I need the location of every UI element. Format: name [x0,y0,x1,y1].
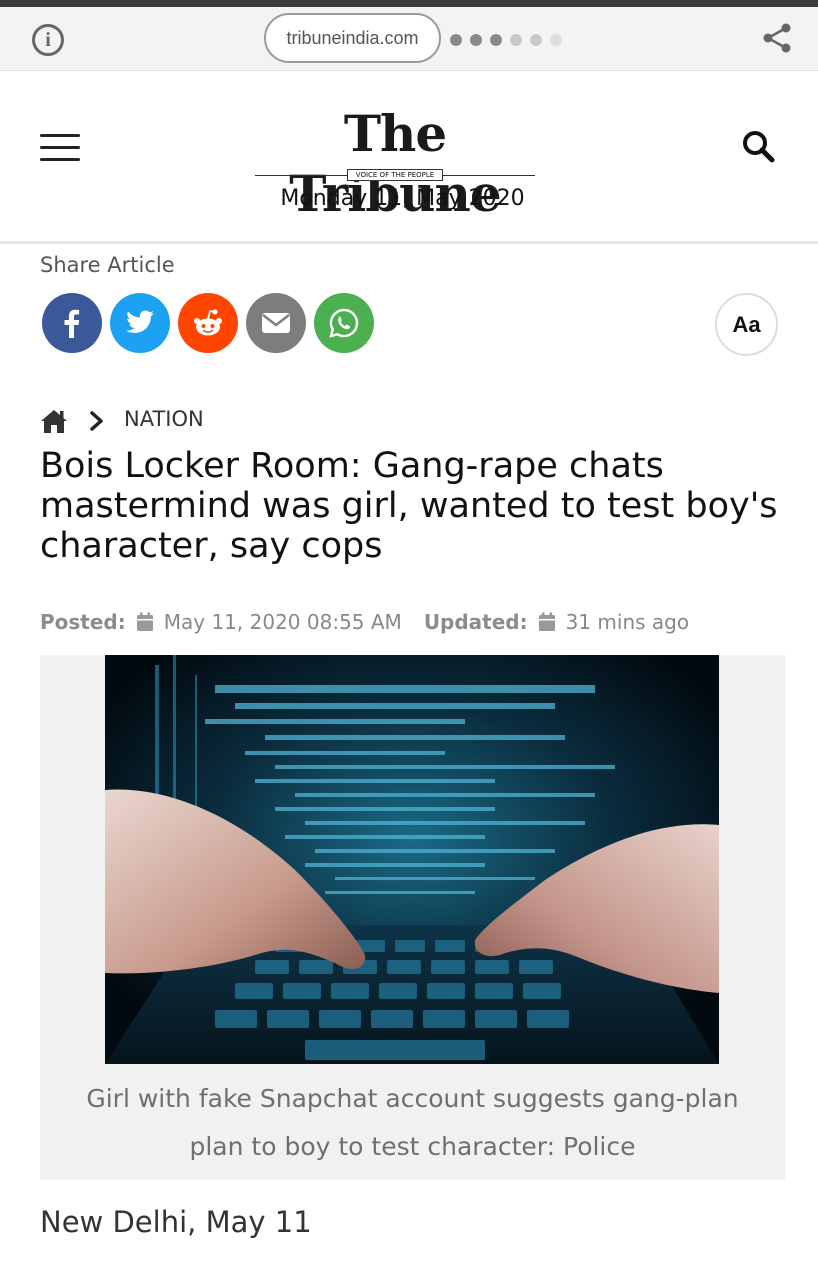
loading-dot [490,34,502,46]
calendar-icon [136,612,153,631]
twitter-icon [126,310,154,333]
mail-icon [262,313,290,333]
photo-caption: Girl with fake Snapchat account suggests… [86,1084,739,1161]
reddit-icon [194,309,222,336]
article-headline: Bois Locker Room: Gang-rape chats master… [40,446,778,566]
url-pill[interactable]: tribuneindia.com [264,13,441,63]
tagline-rule: VOICE OF THE PEOPLE [255,168,535,182]
loading-dot [550,34,562,46]
whatsapp-icon [329,308,359,338]
search-icon[interactable] [740,128,776,164]
posted-label: Posted: [40,610,126,634]
posted-date: May 11, 2020 08:55 AM [163,610,402,634]
breadcrumb-section[interactable]: NATION [124,407,204,431]
article-meta: Posted: May 11, 2020 08:55 AM Updated: 3… [40,607,711,637]
facebook-share-button[interactable] [42,293,102,353]
loading-dots [450,34,562,46]
loading-dot [470,34,482,46]
header-date: Monday 11, May 2020 [280,186,525,211]
twitter-share-button[interactable] [110,293,170,353]
reddit-share-button[interactable] [178,293,238,353]
share-icon[interactable] [760,21,794,55]
updated-time: 31 mins ago [565,610,690,634]
share-article-label: Share Article [40,253,175,277]
hacker-keyboard-image [105,655,719,1064]
tagline: VOICE OF THE PEOPLE [347,169,443,181]
info-icon[interactable]: i [32,24,64,56]
updated-label: Updated: [423,610,528,634]
home-icon[interactable] [40,408,68,434]
font-size-button[interactable]: Aa [715,293,778,356]
loading-dot [530,34,542,46]
facebook-icon [64,309,80,338]
menu-icon[interactable] [40,134,80,162]
loading-dot [450,34,462,46]
url-text: tribuneindia.com [286,27,419,48]
browser-toolbar: i tribuneindia.com [0,7,818,71]
email-share-button[interactable] [246,293,306,353]
article-photo[interactable] [105,655,719,1064]
calendar-icon [538,612,555,631]
loading-dot [510,34,522,46]
article-dateline: New Delhi, May 11 [40,1205,312,1239]
article-figure: Girl with fake Snapchat account suggests… [40,655,785,1180]
whatsapp-share-button[interactable] [314,293,374,353]
site-header: The Tribune VOICE OF THE PEOPLE Monday 1… [0,72,818,244]
status-strip [0,0,818,7]
chevron-right-icon [90,411,103,431]
